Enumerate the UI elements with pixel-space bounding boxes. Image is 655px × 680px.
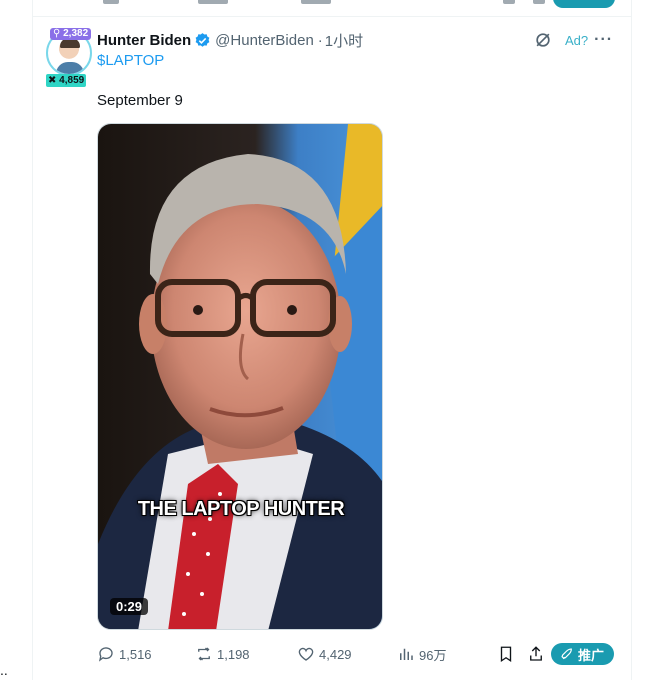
post-top-actions: Ad? ··· [533, 30, 613, 50]
avatar-badge-bottom: ✖ 4,859 [46, 74, 87, 87]
share-button[interactable] [527, 644, 549, 664]
reply-count: 1,516 [119, 646, 152, 662]
previous-promote-button[interactable] [553, 0, 615, 8]
cashtag-link[interactable]: $LAPTOP [97, 52, 164, 69]
repost-count: 1,198 [217, 646, 250, 662]
author-handle[interactable]: @HunterBiden [215, 32, 314, 49]
like-icon [298, 647, 314, 661]
repost-button[interactable]: 1,198 [195, 644, 250, 664]
bookmark-icon [500, 646, 512, 663]
video-player[interactable]: THE LAPTOP HUNTER 0:29 [97, 123, 383, 630]
ad-label[interactable]: Ad? [565, 33, 588, 48]
rocket-icon [561, 647, 572, 659]
author-name[interactable]: Hunter Biden [97, 32, 191, 49]
reply-button[interactable]: 1,516 [97, 644, 152, 664]
bookmark-button[interactable] [497, 644, 519, 664]
avatar-badge-top: ⚲ 2,382 [50, 28, 92, 40]
repost-icon [198, 647, 210, 661]
meta-separator: · [317, 31, 323, 49]
like-button[interactable]: 4,429 [297, 644, 352, 664]
promote-label: 推广 [578, 647, 605, 663]
video-frame [98, 124, 382, 629]
verified-icon [195, 32, 210, 47]
post-time[interactable]: 1小时 [325, 30, 363, 51]
view-count: 96万 [419, 647, 447, 663]
share-icon [530, 646, 542, 661]
video-caption: THE LAPTOP HUNTER [137, 498, 345, 520]
views-icon [400, 648, 413, 660]
overflow-dots: .. [0, 662, 8, 678]
post-text: September 9 [97, 92, 183, 109]
video-duration: 0:29 [110, 598, 149, 615]
reply-icon [98, 647, 113, 662]
more-icon[interactable]: ··· [594, 31, 613, 49]
post-action-bar: 1,516 1,198 4,429 96万 推广 [97, 643, 617, 665]
views-button[interactable]: 96万 [397, 644, 446, 664]
previous-post-action-bar [33, 0, 631, 17]
post-header: Hunter Biden @HunterBiden · 1小时 [97, 30, 363, 50]
grok-icon[interactable] [533, 30, 553, 50]
author-avatar-group[interactable]: ⚲ 2,382 ✖ 4,859 [46, 28, 94, 90]
like-count: 4,429 [319, 646, 352, 662]
promote-button[interactable]: 推广 [551, 643, 615, 665]
